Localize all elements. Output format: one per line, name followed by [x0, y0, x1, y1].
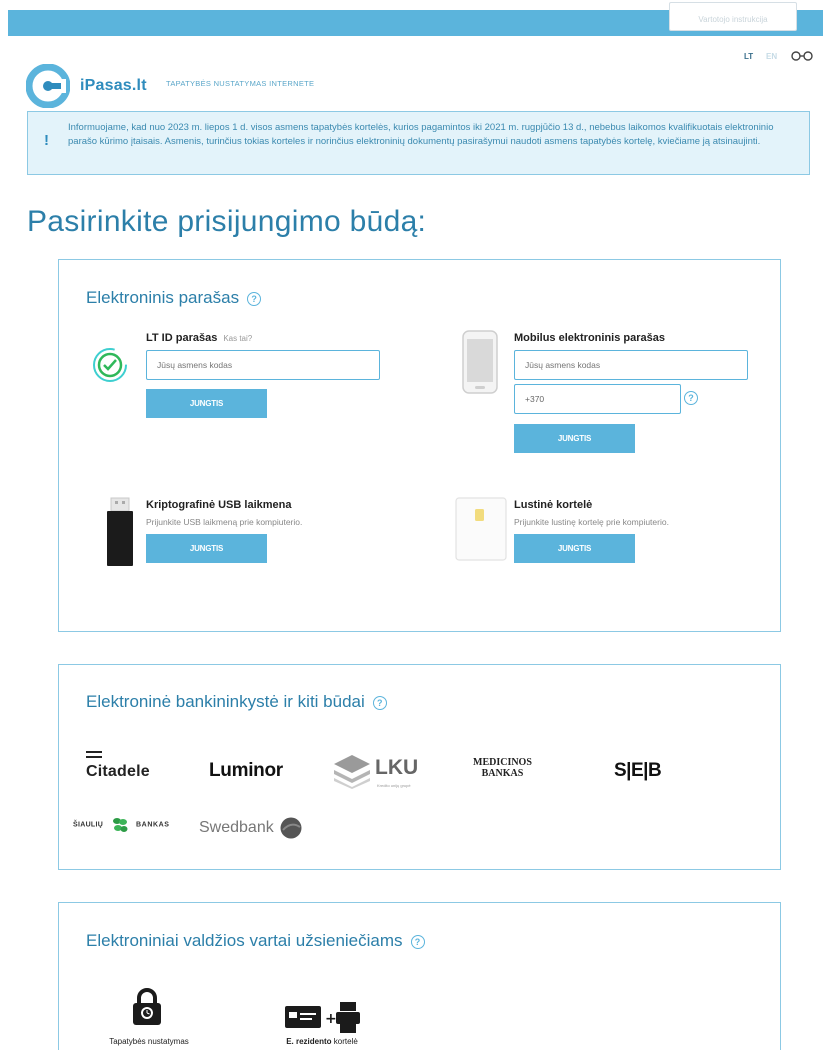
medicinos-name-line1: MEDICINOS — [473, 757, 532, 768]
egov-card-title: Elektroniniai valdžios vartai užsienieči… — [86, 931, 425, 951]
ltid-connect-button[interactable]: JUNGTIS — [146, 389, 267, 418]
mobile-phone-icon — [462, 330, 498, 394]
ltid-personal-code-input[interactable] — [146, 350, 380, 380]
ipasas-logo-icon[interactable] — [26, 64, 70, 108]
egov-eresident-label: E. rezidento kortelė — [257, 1037, 387, 1046]
lang-en-link[interactable]: EN — [766, 52, 777, 61]
signature-card: Elektroninis parašas? LT ID parašas Kas t… — [58, 259, 781, 632]
help-icon[interactable]: ? — [247, 291, 262, 306]
banking-card: Elektroninė bankininkystė ir kiti būdai?… — [58, 664, 781, 870]
ltid-title: LT ID parašas Kas tai? — [146, 332, 252, 344]
signature-title-text: Elektroninis parašas — [86, 288, 240, 307]
banking-card-title: Elektroninė bankininkystė ir kiti būdai? — [86, 692, 387, 712]
usb-title: Kriptografinė USB laikmena — [146, 499, 292, 511]
egov-identity-label: Tapatybės nustatymas — [109, 1037, 189, 1046]
help-icon[interactable]: ? — [684, 391, 698, 405]
e-resident-card-icon[interactable]: + — [284, 1002, 364, 1034]
medicinos-bank-logo[interactable]: MEDICINOS BANKAS — [473, 757, 532, 779]
accessibility-glasses-icon[interactable] — [791, 51, 813, 61]
info-notice: ! Informuojame, kad nuo 2023 m. liepos 1… — [27, 111, 810, 175]
ltid-title-text: LT ID parašas — [146, 332, 218, 344]
mobile-connect-button[interactable]: JUNGTIS — [514, 424, 635, 453]
seb-bank-logo[interactable]: S|E|B — [614, 760, 662, 782]
siauliu-name-part2: BANKAS — [136, 821, 170, 829]
usb-drive-icon — [107, 497, 133, 566]
padlock-icon[interactable] — [131, 988, 163, 1026]
usb-subtitle: Prijunkite USB laikmeną prie kompiuterio… — [146, 517, 303, 527]
top-bar: Vartotojo instrukcija — [8, 2, 823, 36]
exclamation-icon: ! — [44, 132, 49, 149]
medicinos-name-line2: BANKAS — [481, 768, 524, 779]
brand-name[interactable]: iPasas.lt — [80, 77, 147, 95]
page-title: Pasirinkite prisijungimo būdą: — [27, 205, 427, 238]
svg-text:+: + — [325, 1011, 337, 1027]
eresident-label-rest: kortelė — [331, 1037, 358, 1046]
egov-card: Elektroniniai valdžios vartai užsienieči… — [58, 902, 781, 1050]
brand-tagline: TAPATYBĖS NUSTATYMAS INTERNETE — [166, 79, 315, 88]
luminor-bank-logo[interactable]: Luminor — [209, 760, 283, 782]
citadele-mark-icon-2 — [86, 756, 102, 758]
ltid-what-link[interactable]: Kas tai? — [223, 334, 252, 343]
signature-card-title: Elektroninis parašas? — [86, 288, 262, 308]
banking-title-text: Elektroninė bankininkystė ir kiti būdai — [86, 692, 365, 711]
lku-layers-icon — [334, 755, 370, 789]
ltid-check-icon — [93, 348, 127, 382]
siauliu-bank-logo[interactable]: ŠIAULIŲ BANKAS — [73, 816, 170, 834]
egov-title-text: Elektroniniai valdžios vartai užsienieči… — [86, 931, 403, 950]
swedbank-oak-icon — [280, 817, 302, 839]
help-icon[interactable]: ? — [372, 695, 387, 710]
eresident-label-bold: E. rezidento — [286, 1037, 332, 1046]
smartcard-title: Lustinė kortelė — [514, 499, 593, 511]
smartcard-connect-button[interactable]: JUNGTIS — [514, 534, 635, 563]
lku-subtitle: Kredito unijų grupė — [377, 783, 411, 788]
help-icon[interactable]: ? — [410, 934, 425, 949]
user-guide-button[interactable]: Vartotojo instrukcija — [669, 2, 797, 31]
citadele-name: Citadele — [86, 763, 150, 780]
swedbank-logo[interactable]: Swedbank — [199, 817, 303, 839]
mobile-personal-code-input[interactable] — [514, 350, 748, 380]
smart-card-icon — [455, 497, 507, 561]
usb-connect-button[interactable]: JUNGTIS — [146, 534, 267, 563]
swedbank-name: Swedbank — [199, 819, 274, 836]
lku-name: LKU — [375, 756, 419, 779]
notice-text: Informuojame, kad nuo 2023 m. liepos 1 d… — [68, 122, 774, 147]
smartcard-subtitle: Prijunkite lustinę kortelę prie kompiute… — [514, 517, 669, 527]
lang-lt-link[interactable]: LT — [744, 52, 753, 61]
citadele-mark-icon — [86, 751, 102, 753]
siauliu-name-part1: ŠIAULIŲ — [73, 821, 104, 829]
siauliu-leaf-icon — [112, 818, 128, 832]
mobile-title: Mobilus elektroninis parašas — [514, 332, 665, 344]
mobile-phone-input[interactable] — [514, 384, 681, 414]
citadele-bank-logo[interactable]: Citadele — [86, 751, 150, 781]
